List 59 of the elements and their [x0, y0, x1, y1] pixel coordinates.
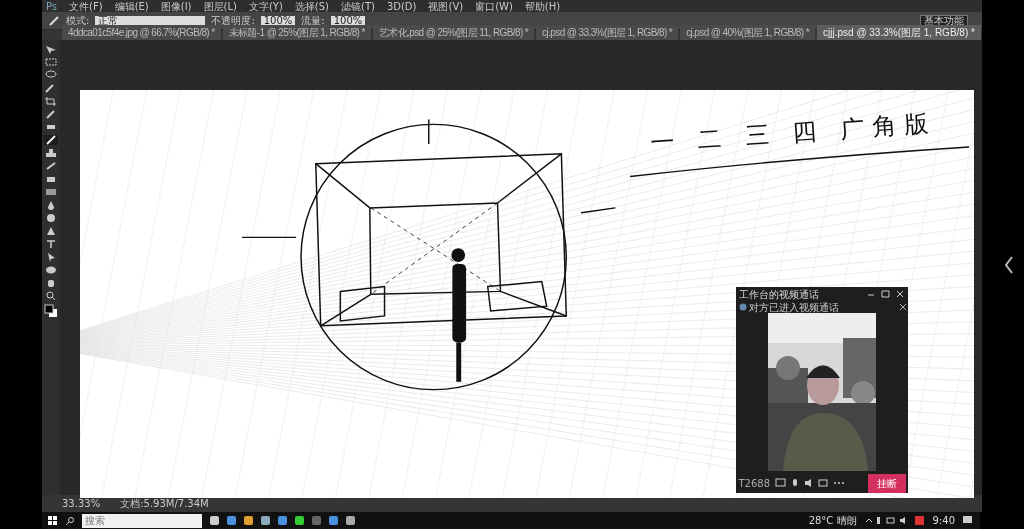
notification-icon[interactable]	[963, 516, 972, 525]
document-tab[interactable]: 艺术化.psd @ 25%(图层 11, RGB/8) *	[372, 25, 535, 40]
brush-icon[interactable]	[44, 135, 58, 145]
flow-label: 流量:	[301, 14, 325, 28]
menu-item[interactable]: 帮助(H)	[524, 0, 561, 14]
menu-item[interactable]: 文字(Y)	[248, 0, 283, 14]
menu-item[interactable]: 滤镜(T)	[341, 0, 375, 14]
signal-text: T2688	[738, 476, 771, 491]
zoom-level: 33.33%	[62, 497, 101, 511]
menu-item[interactable]: 编辑(E)	[114, 0, 149, 14]
windows-logo-icon[interactable]	[48, 515, 58, 526]
app-logo: Ps	[46, 0, 58, 14]
document-tab[interactable]: 未标题-1 @ 25%(图层 1, RGB/8) *	[222, 25, 371, 40]
menu-item[interactable]: 图像(I)	[160, 0, 192, 14]
opacity-label: 不透明度:	[211, 14, 255, 28]
dashed-rectangle-icon[interactable]	[44, 57, 58, 67]
menu-item[interactable]: 窗口(W)	[475, 0, 513, 14]
tray-icons[interactable]	[864, 516, 925, 525]
zoom-icon[interactable]	[44, 291, 58, 301]
handwritten-text: 一 二 三 四 广角版	[649, 108, 938, 159]
menu-item[interactable]: 图层(L)	[203, 0, 237, 14]
close-icon[interactable]	[899, 304, 906, 310]
brush-icon[interactable]	[48, 14, 60, 27]
stamp-icon[interactable]	[44, 148, 58, 158]
window-title: 工作台的视频通话	[738, 287, 820, 302]
search-field[interactable]: 搜索	[82, 513, 202, 528]
search-icon	[66, 516, 74, 525]
flow-field[interactable]: 100%	[330, 15, 366, 26]
ellipse-icon[interactable]	[44, 265, 58, 275]
menu-item[interactable]: 3D(D)	[386, 0, 417, 14]
document-tab[interactable]: 4ddca01c5f4e.jpg @ 66.7%(RGB/8) *	[62, 25, 221, 40]
notice-text: 对方已进入视频通话	[749, 300, 840, 315]
menu-item[interactable]: 文件(F)	[69, 0, 103, 14]
menu-item[interactable]: 选择(S)	[294, 0, 329, 14]
eraser-icon[interactable]	[44, 174, 58, 184]
clock-time: 9:40	[932, 514, 955, 528]
call-controls-icon[interactable]	[775, 478, 846, 488]
gradient-icon[interactable]	[44, 187, 58, 197]
crop-icon[interactable]	[44, 96, 58, 106]
workspace-dropdown[interactable]: 基本功能	[920, 14, 968, 27]
document-size: 文档:5.93M/7.34M	[120, 497, 209, 511]
document-tab[interactable]: cj.psd @ 40%(图层 1, RGB/8) *	[680, 25, 816, 40]
document-tab[interactable]: cj.psd @ 33.3%(图层 1, RGB/8) *	[536, 25, 679, 40]
chevron-left-icon[interactable]	[1004, 256, 1014, 274]
circle-icon[interactable]	[44, 213, 58, 223]
document-tab[interactable]: cjjj.psd @ 33.3%(图层 1, RGB/8) *	[817, 25, 981, 40]
menu-item[interactable]: 视图(V)	[428, 0, 464, 14]
weather-text: 28°C 晴朗	[808, 514, 857, 528]
lasso-icon[interactable]	[44, 70, 58, 80]
brush-icon[interactable]	[44, 161, 58, 171]
info-icon	[738, 303, 747, 311]
window-controls-icon[interactable]	[865, 290, 906, 298]
color-swatch-icon[interactable]	[44, 304, 58, 318]
mode-label: 模式:	[66, 14, 90, 28]
text-icon[interactable]	[44, 239, 58, 249]
hang-up-button[interactable]: 挂断	[867, 473, 906, 493]
mode-dropdown[interactable]: 正常	[95, 15, 206, 26]
arrow-icon[interactable]	[44, 44, 58, 54]
opacity-field[interactable]: 100%	[260, 15, 296, 26]
